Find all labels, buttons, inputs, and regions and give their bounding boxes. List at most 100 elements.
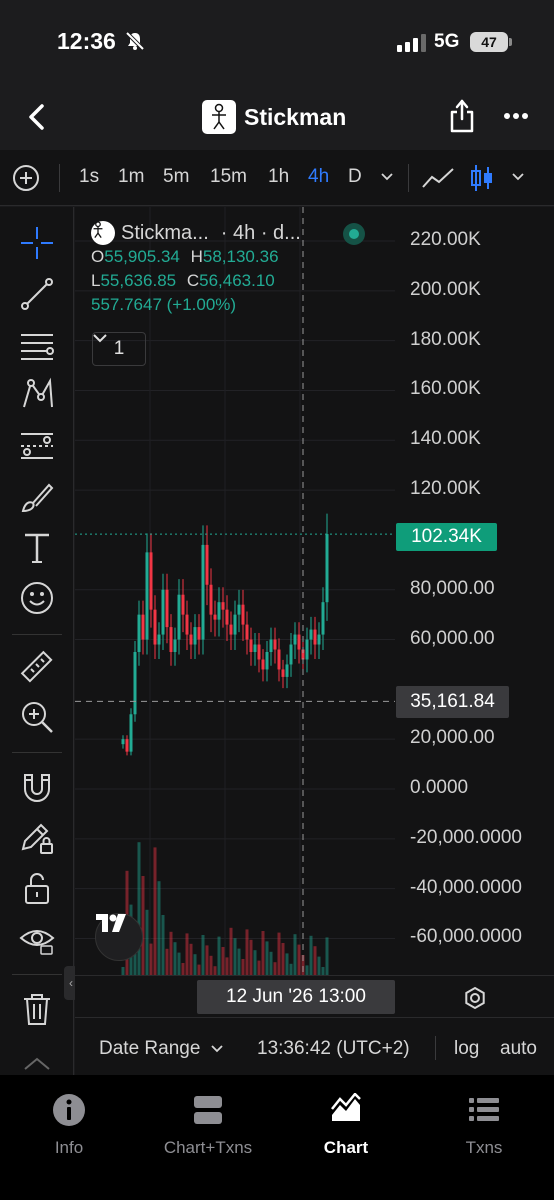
lock-drawings-icon[interactable] bbox=[19, 819, 55, 855]
auto-scale-toggle[interactable]: auto bbox=[500, 1038, 537, 1060]
line-chart-style-icon[interactable] bbox=[421, 165, 455, 191]
candle-body bbox=[161, 589, 165, 635]
prediction-tool-icon[interactable] bbox=[19, 428, 55, 464]
y-axis-label: 0.0000 bbox=[410, 777, 469, 798]
volume-bar bbox=[289, 963, 293, 975]
time-axis[interactable]: 12 Jun '26 13:00 bbox=[75, 975, 554, 1017]
volume-bar bbox=[281, 943, 285, 975]
candle-body bbox=[201, 544, 205, 640]
tab-chart-txns-label: Chart+Txns bbox=[163, 1138, 253, 1157]
volume-bar bbox=[233, 938, 237, 975]
candle-body bbox=[181, 594, 185, 615]
y-axis-label: 60,000.00 bbox=[410, 627, 495, 649]
candle-body bbox=[169, 627, 173, 652]
horizontal-lines-icon[interactable] bbox=[19, 327, 55, 363]
toolbar-divider bbox=[12, 752, 62, 753]
share-icon[interactable] bbox=[448, 98, 476, 134]
silent-bell-icon bbox=[125, 31, 145, 51]
tab-chart[interactable]: Chart bbox=[291, 1092, 401, 1158]
date-range-chevron-icon[interactable] bbox=[211, 1044, 223, 1054]
legend-symbol: Stickma... bbox=[121, 222, 209, 244]
chart-style-dropdown-chevron-icon[interactable] bbox=[511, 170, 525, 184]
timeframe-1s[interactable]: 1s bbox=[79, 166, 99, 188]
timeframe-5m[interactable]: 5m bbox=[163, 166, 189, 188]
tab-info[interactable]: Info bbox=[14, 1093, 124, 1158]
brush-icon[interactable] bbox=[19, 479, 55, 515]
battery-nub bbox=[509, 38, 512, 46]
volume-bar bbox=[141, 876, 145, 975]
text-tool-icon[interactable] bbox=[19, 530, 55, 566]
legend-close: 56,463.10 bbox=[199, 271, 275, 290]
trash-icon[interactable] bbox=[19, 991, 55, 1027]
volume-bar bbox=[317, 956, 321, 975]
log-scale-toggle[interactable]: log bbox=[454, 1038, 479, 1060]
toolbar-divider bbox=[12, 974, 62, 975]
candle-body bbox=[281, 669, 285, 677]
scroll-up-chevron-icon[interactable] bbox=[19, 1053, 55, 1073]
volume-bar bbox=[153, 847, 157, 975]
candle-body bbox=[273, 639, 277, 650]
candle-body bbox=[225, 609, 229, 625]
control-divider bbox=[435, 1036, 436, 1060]
volume-bar bbox=[253, 950, 257, 975]
legend-collapse-button[interactable]: 1 bbox=[92, 332, 146, 366]
volume-bar bbox=[217, 936, 221, 975]
area-chart-icon bbox=[331, 1092, 361, 1121]
timeframe-d[interactable]: D bbox=[348, 166, 362, 188]
token-title: Stickman bbox=[202, 100, 346, 134]
candle-body bbox=[197, 627, 201, 640]
more-options-icon[interactable] bbox=[502, 106, 530, 126]
timeframe-dropdown-chevron-icon[interactable] bbox=[380, 170, 394, 184]
network-type: 5G bbox=[434, 31, 460, 52]
crosshair-icon[interactable] bbox=[19, 225, 55, 261]
tab-info-label: Info bbox=[54, 1138, 84, 1157]
candle-body bbox=[265, 652, 269, 670]
pattern-tool-icon[interactable] bbox=[19, 377, 55, 413]
visibility-eye-icon[interactable] bbox=[19, 920, 55, 956]
stickman-logo-icon bbox=[202, 100, 236, 134]
timeframe-15m[interactable]: 15m bbox=[210, 166, 247, 188]
chart-settings-gear-icon[interactable] bbox=[463, 986, 487, 1010]
emoji-icon[interactable] bbox=[19, 580, 55, 616]
timeframe-1h[interactable]: 1h bbox=[268, 166, 289, 188]
toolbar-divider bbox=[59, 164, 60, 192]
legend-close-label: C bbox=[186, 271, 200, 290]
legend-high-label: H bbox=[190, 247, 203, 266]
battery-icon: 47 bbox=[470, 32, 508, 52]
add-indicator-icon[interactable] bbox=[12, 164, 40, 192]
y-axis-label: -60,000.0000 bbox=[410, 926, 522, 948]
tab-chart-label: Chart bbox=[323, 1138, 369, 1157]
candle-body bbox=[213, 614, 217, 620]
timeframe-4h[interactable]: 4h bbox=[308, 166, 329, 188]
candle-body bbox=[177, 594, 181, 640]
volume-bar bbox=[305, 965, 309, 975]
price-chart[interactable]: Stickma... · 4h · d... O55,905.34 H58,13… bbox=[75, 207, 554, 1015]
info-icon bbox=[53, 1094, 85, 1126]
volume-bar bbox=[265, 941, 269, 975]
timeframe-1m[interactable]: 1m bbox=[118, 166, 144, 188]
tab-chart-txns[interactable]: Chart+Txns bbox=[153, 1093, 263, 1158]
candle-body bbox=[285, 664, 289, 677]
volume-bar bbox=[145, 909, 149, 975]
volume-bar bbox=[189, 943, 193, 975]
back-chevron-icon[interactable] bbox=[24, 102, 50, 132]
date-range-button[interactable]: Date Range bbox=[99, 1038, 200, 1060]
candlestick-style-icon[interactable] bbox=[468, 163, 496, 193]
legend-high: 58,130.36 bbox=[202, 247, 279, 266]
timezone-clock[interactable]: 13:36:42 (UTC+2) bbox=[257, 1038, 410, 1060]
zoom-in-icon[interactable] bbox=[19, 699, 55, 735]
candle-body bbox=[241, 604, 245, 625]
candle-body bbox=[269, 639, 273, 652]
volume-bar bbox=[229, 927, 233, 975]
volume-bar bbox=[325, 937, 329, 975]
y-axis-label: 80,000.00 bbox=[410, 577, 495, 599]
trend-line-icon[interactable] bbox=[19, 276, 55, 312]
candle-body bbox=[237, 604, 241, 615]
unlock-icon[interactable] bbox=[19, 870, 55, 906]
magnet-icon[interactable] bbox=[19, 769, 55, 805]
volume-bar bbox=[273, 962, 277, 975]
candle-body bbox=[149, 552, 153, 610]
tradingview-logo-icon[interactable] bbox=[95, 913, 143, 961]
ruler-icon[interactable] bbox=[19, 649, 55, 685]
tab-txns[interactable]: Txns bbox=[429, 1093, 539, 1158]
